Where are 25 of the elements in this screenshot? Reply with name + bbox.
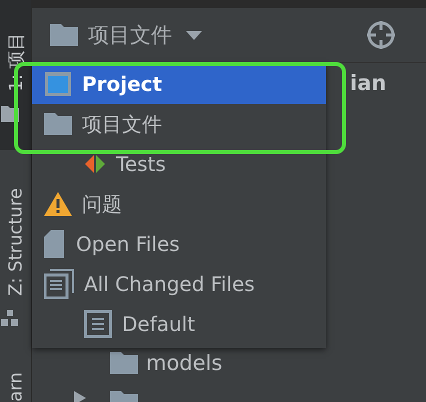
warning-icon [44,192,72,216]
menu-item[interactable]: 问题 [32,184,326,224]
menu-item[interactable]: Default [32,304,326,344]
folder-icon [110,352,138,374]
tree-item[interactable]: ian [350,71,386,95]
menu-item[interactable]: Tests [32,144,326,184]
menu-item[interactable]: All Changed Files [32,264,326,304]
menu-item[interactable]: Open Files [32,224,326,264]
arrows-icon [84,155,106,173]
folder-icon [50,24,78,46]
structure-icon [1,310,19,328]
document-icon [84,310,112,338]
view-selector[interactable]: 项目文件 [88,21,172,49]
expand-arrow-icon[interactable] [74,391,86,402]
file-icon [44,230,66,258]
sidebar-tab[interactable]: Z: Structure [0,150,31,335]
folder-icon [44,113,72,135]
window-icon [44,71,72,97]
sidebar-tab[interactable]: arn [0,335,31,402]
crosshair-icon[interactable] [366,20,396,50]
menu-item[interactable]: 项目文件 [32,104,326,144]
caret-icon[interactable] [186,30,202,40]
menu-item[interactable]: Project [32,64,326,104]
tree-item[interactable]: models [146,351,222,375]
documents-icon [44,269,74,299]
